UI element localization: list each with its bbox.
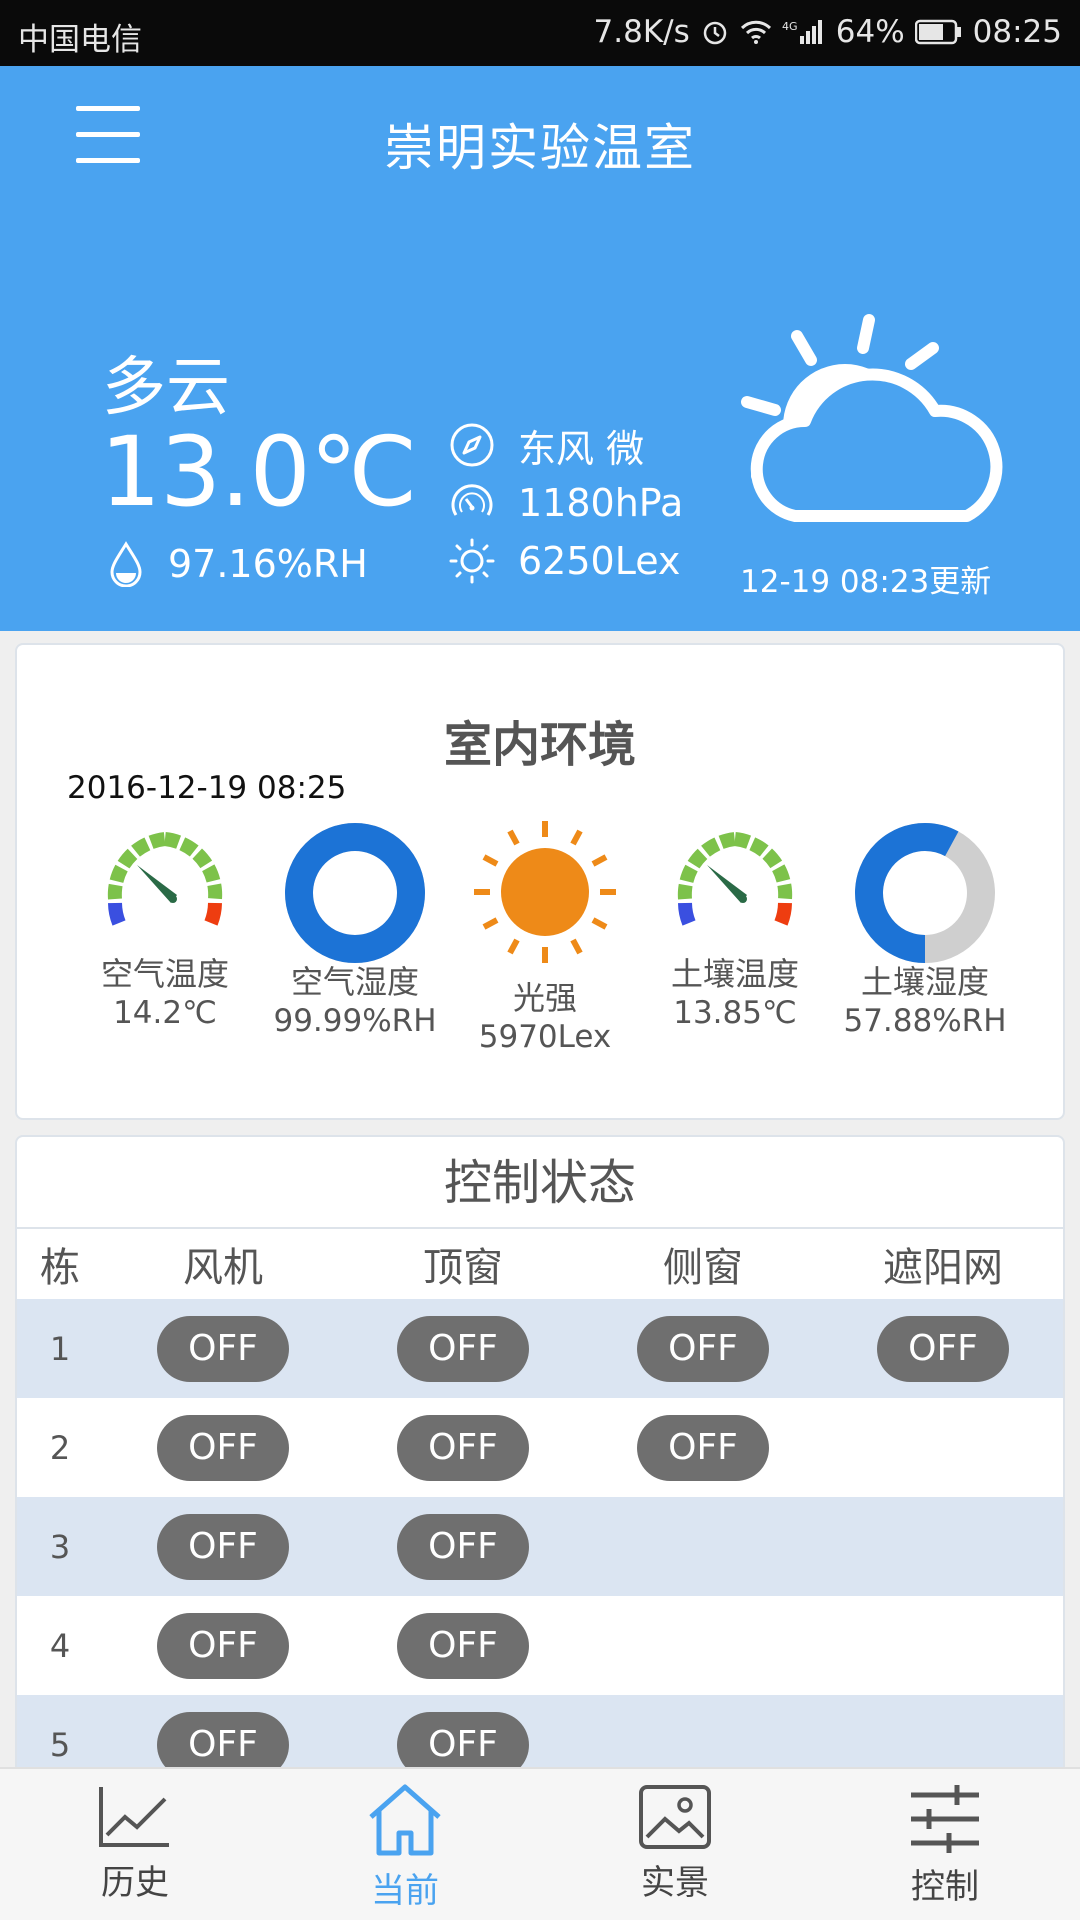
sun-icon: [449, 538, 495, 584]
air-humidity-donut: [285, 823, 425, 963]
gauge-value: 14.2℃: [113, 995, 217, 1031]
outdoor-humidity: 97.16%RH: [108, 541, 368, 587]
fan-toggle[interactable]: OFF: [157, 1315, 289, 1382]
indoor-timestamp: 2016-12-19 08:25: [67, 770, 347, 806]
nav-history[interactable]: 历史: [0, 1769, 270, 1920]
top-window-toggle[interactable]: OFF: [397, 1612, 529, 1679]
building-number: 2: [49, 1428, 71, 1467]
droplet-icon: [110, 541, 142, 587]
clock: 08:25: [972, 14, 1062, 50]
top-window-toggle[interactable]: OFF: [397, 1711, 529, 1773]
fan-toggle[interactable]: OFF: [157, 1612, 289, 1679]
alarm-icon: [700, 17, 730, 47]
soil-humidity-gauge[interactable]: 土壤湿度 57.88%RH: [830, 823, 1020, 1039]
control-status-card: 控制状态 栋 风机 顶窗 侧窗 遮阳网 1 OFF OFF OFF OFF 2 …: [15, 1135, 1065, 1775]
thermometer-gauge-icon: [677, 832, 793, 926]
battery-icon: [914, 19, 963, 45]
outdoor-temperature: 13.0℃: [100, 416, 418, 528]
light-value: 6250Lex: [518, 539, 681, 583]
table-row: 2 OFF OFF OFF: [17, 1398, 1063, 1497]
control-title: 控制状态: [17, 1137, 1063, 1229]
nav-control[interactable]: 控制: [810, 1769, 1080, 1920]
sliders-icon: [911, 1785, 979, 1853]
table-row: 3 OFF OFF: [17, 1497, 1063, 1596]
nav-label: 实景: [641, 1863, 709, 1903]
gauge-value: 57.88%RH: [843, 1003, 1007, 1039]
nav-current[interactable]: 当前: [270, 1769, 540, 1920]
page-title: 崇明实验温室: [384, 119, 696, 177]
svg-text:4G: 4G: [782, 20, 798, 33]
partly-cloudy-icon: [741, 314, 1003, 522]
air-humidity-gauge[interactable]: 空气湿度 99.99%RH: [260, 823, 450, 1039]
status-bar: 中国电信 7.8K/s 4G 64% 08:25: [0, 0, 1080, 66]
building-number: 1: [49, 1329, 71, 1368]
soil-temperature-gauge[interactable]: 土壤温度 13.85℃: [640, 823, 830, 1031]
carrier-label: 中国电信: [18, 22, 142, 58]
nav-live-view[interactable]: 实景: [540, 1769, 810, 1920]
network-speed: 7.8K/s: [593, 14, 690, 50]
thermometer-gauge-icon: [107, 832, 223, 926]
pressure-value: 1180hPa: [518, 481, 684, 525]
wind-row: 东风 微: [448, 416, 683, 474]
weather-header: 崇明实验温室 多云 13.0℃ 97.16%RH 东风 微 1180hPa 62…: [0, 66, 1080, 631]
building-number: 4: [49, 1626, 71, 1665]
fan-toggle[interactable]: OFF: [157, 1513, 289, 1580]
compass-icon: [450, 423, 494, 467]
indoor-title: 室内环境: [443, 717, 636, 773]
gauge-value: 99.99%RH: [273, 1003, 437, 1039]
pressure-row: 1180hPa: [448, 474, 683, 532]
image-icon: [639, 1785, 711, 1849]
gauge-value: 13.85℃: [673, 995, 797, 1031]
top-window-toggle[interactable]: OFF: [397, 1513, 529, 1580]
table-row: 1 OFF OFF OFF OFF: [17, 1299, 1063, 1398]
light-intensity-gauge[interactable]: 光强 5970Lex: [450, 817, 640, 1055]
column-header-shade-net: 遮阳网: [883, 1245, 1003, 1291]
home-icon: [369, 1784, 441, 1856]
control-table-header: 栋 风机 顶窗 侧窗 遮阳网: [17, 1229, 1063, 1299]
building-number: 5: [49, 1725, 71, 1764]
fan-toggle[interactable]: OFF: [157, 1414, 289, 1481]
wifi-icon: [740, 18, 772, 46]
column-header-top-window: 顶窗: [423, 1245, 503, 1291]
column-header-fan: 风机: [183, 1245, 263, 1291]
gauge-value: 5970Lex: [478, 1019, 612, 1055]
column-header-building: 栋: [40, 1245, 80, 1291]
shade-net-toggle[interactable]: OFF: [877, 1315, 1009, 1382]
building-number: 3: [49, 1527, 71, 1566]
gauge-label: 土壤温度: [670, 955, 799, 993]
battery-percent: 64%: [835, 14, 905, 50]
pressure-gauge-icon: [451, 484, 493, 516]
gauge-label: 光强: [512, 979, 577, 1017]
side-window-toggle[interactable]: OFF: [637, 1414, 769, 1481]
bottom-navigation: 历史 当前 实景 控制: [0, 1767, 1080, 1920]
weather-condition: 多云: [102, 351, 230, 425]
update-time: 12-19 08:23更新: [740, 564, 992, 600]
column-header-side-window: 侧窗: [663, 1245, 743, 1291]
top-window-toggle[interactable]: OFF: [397, 1315, 529, 1382]
soil-humidity-donut: [855, 823, 995, 963]
nav-label: 历史: [101, 1863, 169, 1903]
signal-icon: 4G: [782, 18, 826, 46]
side-window-toggle[interactable]: OFF: [637, 1315, 769, 1382]
humidity-value: 97.16%RH: [168, 542, 368, 586]
wind-value: 东风 微: [518, 426, 645, 471]
air-temperature-gauge[interactable]: 空气温度 14.2℃: [70, 823, 260, 1031]
weather-details: 东风 微 1180hPa 6250Lex: [448, 416, 683, 590]
nav-label: 当前: [371, 1871, 439, 1911]
fan-toggle[interactable]: OFF: [157, 1711, 289, 1773]
chart-icon: [99, 1787, 169, 1847]
light-row: 6250Lex: [448, 532, 683, 590]
nav-label: 控制: [911, 1867, 979, 1907]
table-row: 5 OFF OFF: [17, 1695, 1063, 1773]
gauge-label: 土壤湿度: [860, 963, 989, 1001]
gauge-label: 空气湿度: [290, 963, 419, 1001]
gauge-label: 空气温度: [100, 955, 229, 993]
top-window-toggle[interactable]: OFF: [397, 1414, 529, 1481]
table-row: 4 OFF OFF: [17, 1596, 1063, 1695]
sun-icon: [474, 821, 616, 963]
indoor-environment-card: 室内环境 2016-12-19 08:25 空气温度 14.2℃ 空气湿度 99…: [15, 643, 1065, 1120]
